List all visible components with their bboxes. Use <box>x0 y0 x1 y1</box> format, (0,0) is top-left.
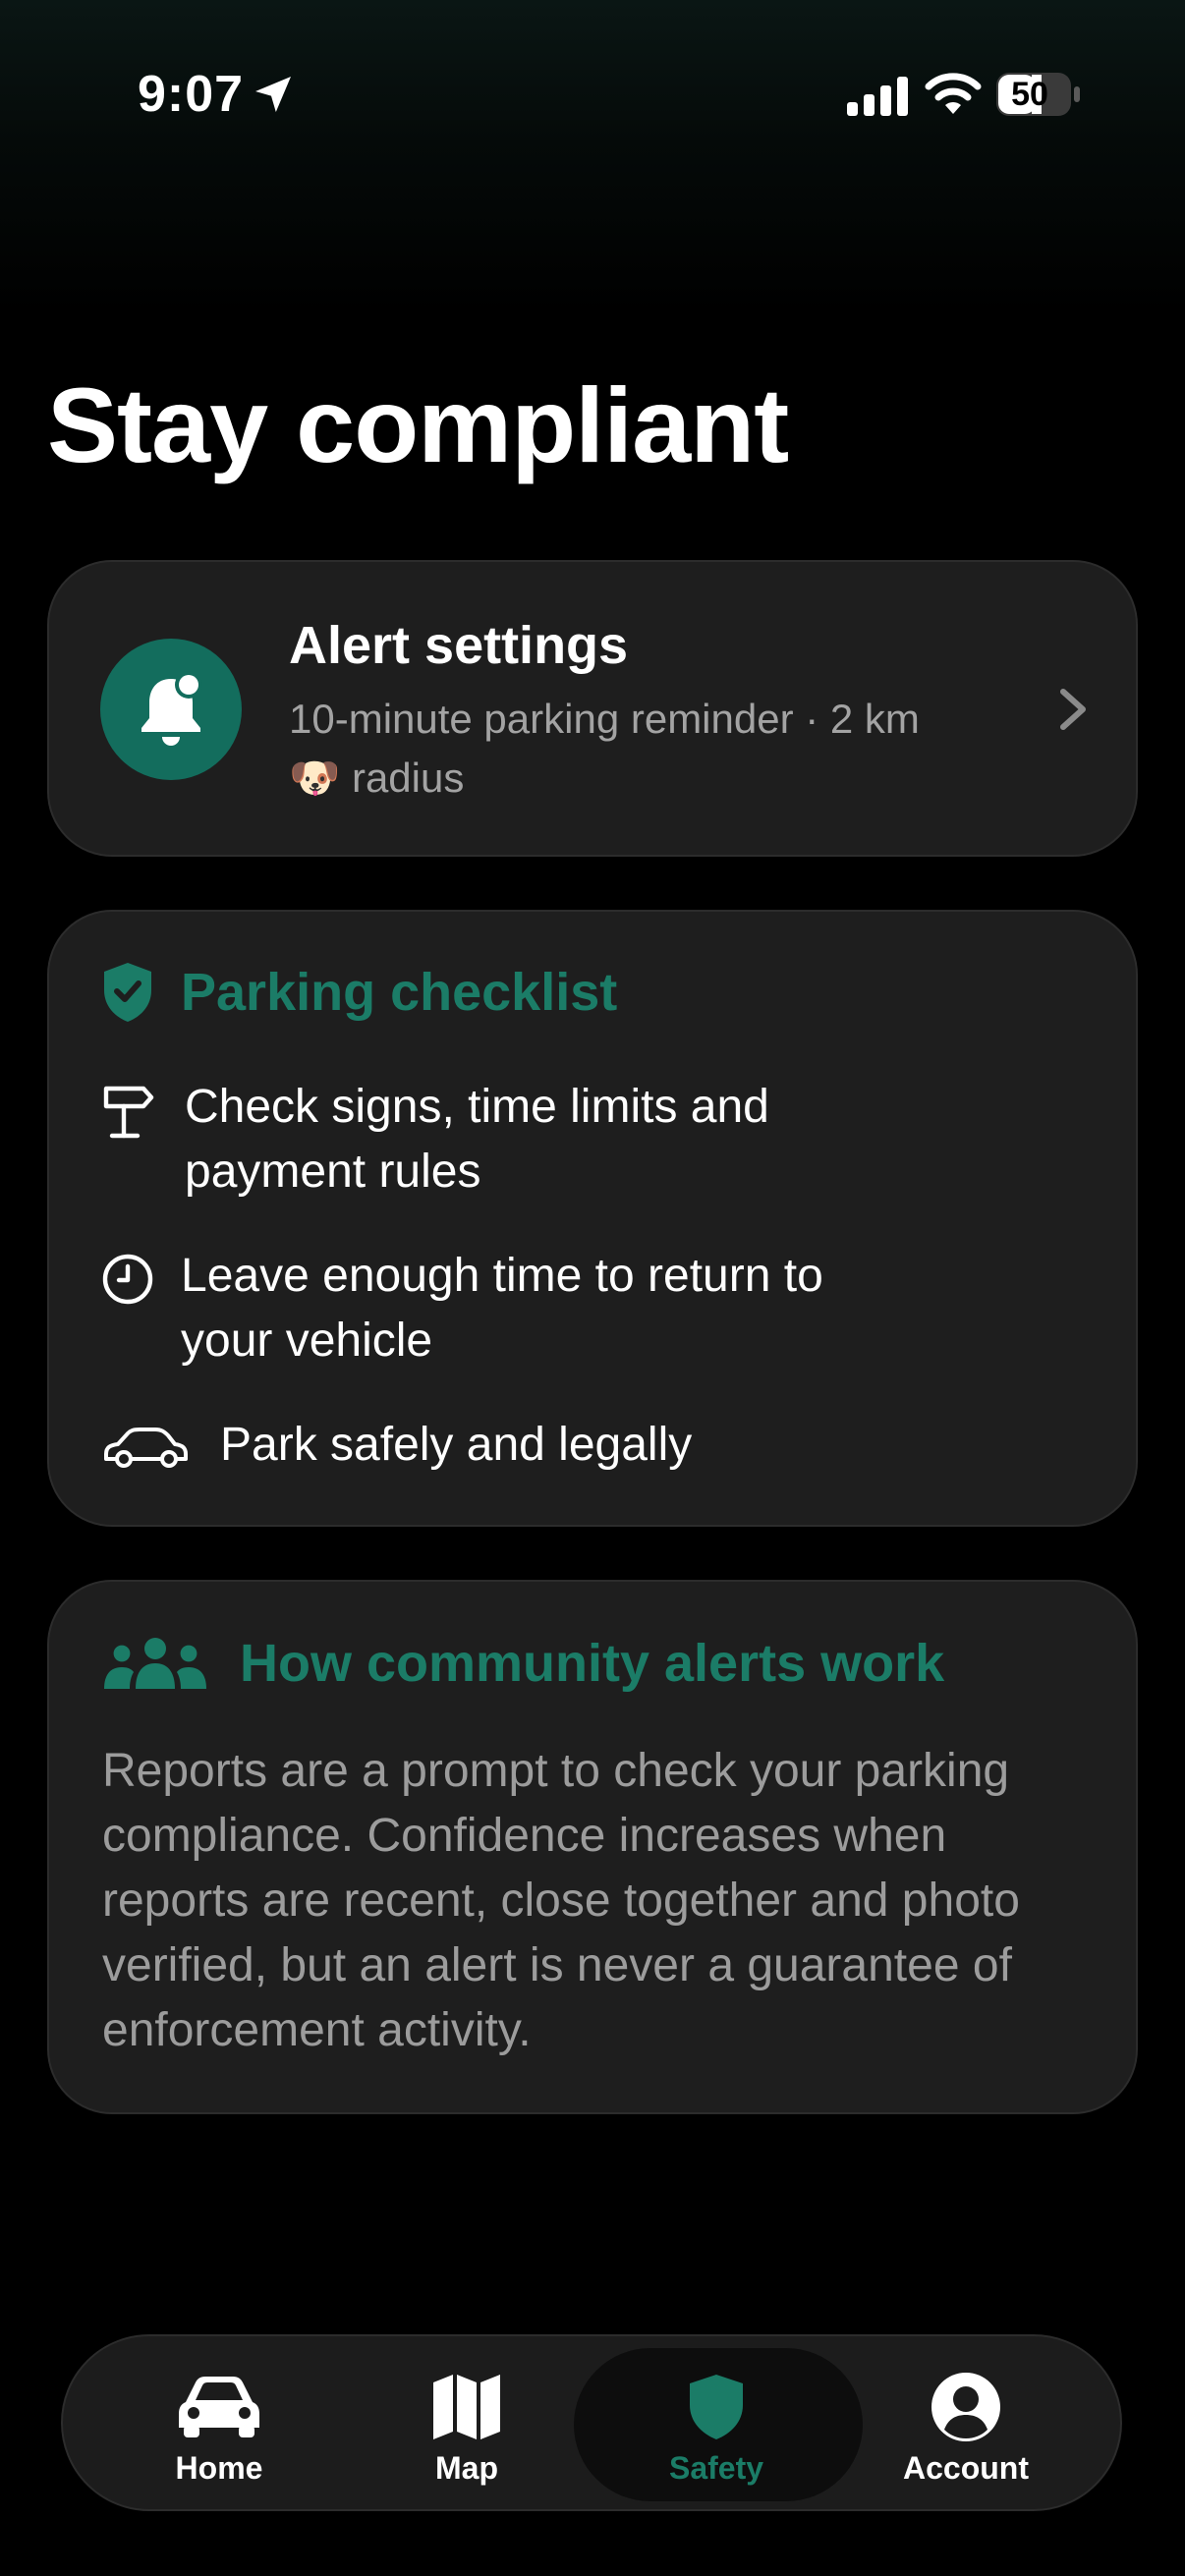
checklist-header: Parking checklist <box>100 961 617 1024</box>
cellular-signal-icon <box>847 77 908 116</box>
community-title: How community alerts work <box>240 1634 945 1693</box>
community-header: How community alerts work <box>102 1633 944 1694</box>
tab-account[interactable]: Account <box>841 2336 1091 2509</box>
tab-label: Safety <box>668 2450 764 2486</box>
shield-check-icon <box>104 963 151 1022</box>
tab-label: Home <box>175 2450 263 2486</box>
checklist-item-text: Park safely and legally <box>220 1419 693 1471</box>
tab-label: Account <box>903 2450 1029 2486</box>
checklist-title: Parking checklist <box>181 963 618 1022</box>
location-arrow-icon <box>255 77 291 112</box>
background-gradient <box>0 0 1185 314</box>
chevron-right-icon <box>1060 689 1086 730</box>
alert-settings-subtitle: 10-minute parking reminder · 2 km 🐶 radi… <box>289 696 920 801</box>
checklist-item-text: Check signs, time limits and payment rul… <box>185 1081 769 1198</box>
checklist-item-text: Leave enough time to return to your vehi… <box>181 1250 823 1367</box>
tab-safety[interactable]: Safety <box>592 2336 841 2509</box>
map-icon <box>433 2375 500 2439</box>
list-item: Park safely and legally <box>100 1413 1006 1478</box>
community-group-icon <box>104 1638 206 1689</box>
wifi-icon <box>925 73 982 114</box>
tab-bar: Home Map Safety Account <box>61 2334 1122 2511</box>
alert-settings-title: Alert settings <box>289 616 629 675</box>
parking-checklist-card: Parking checklist Check signs, time limi… <box>47 910 1138 1527</box>
bell-icon <box>141 671 202 746</box>
community-body-text: Reports are a prompt to check your parki… <box>102 1745 1020 2056</box>
car-outline-icon <box>104 1428 188 1468</box>
alert-settings-card[interactable]: Alert settings 10-minute parking reminde… <box>47 560 1138 857</box>
alert-icon-circle <box>100 639 242 780</box>
tab-label: Map <box>435 2450 498 2486</box>
account-icon <box>931 2373 1000 2441</box>
tab-map[interactable]: Map <box>342 2336 592 2509</box>
status-time: 9:07 <box>138 66 245 123</box>
shield-icon <box>690 2375 743 2439</box>
clock-icon <box>102 1254 153 1305</box>
list-item: Check signs, time limits and payment rul… <box>100 1075 931 1204</box>
tab-home[interactable]: Home <box>94 2336 344 2509</box>
list-item: Leave enough time to return to your vehi… <box>100 1244 928 1373</box>
community-alerts-card: How community alerts work Reports are a … <box>47 1580 1138 2114</box>
battery-level: 50 <box>1011 76 1048 113</box>
page-title: Stay compliant <box>47 365 789 484</box>
car-icon <box>179 2377 259 2437</box>
signpost-icon <box>103 1086 154 1139</box>
